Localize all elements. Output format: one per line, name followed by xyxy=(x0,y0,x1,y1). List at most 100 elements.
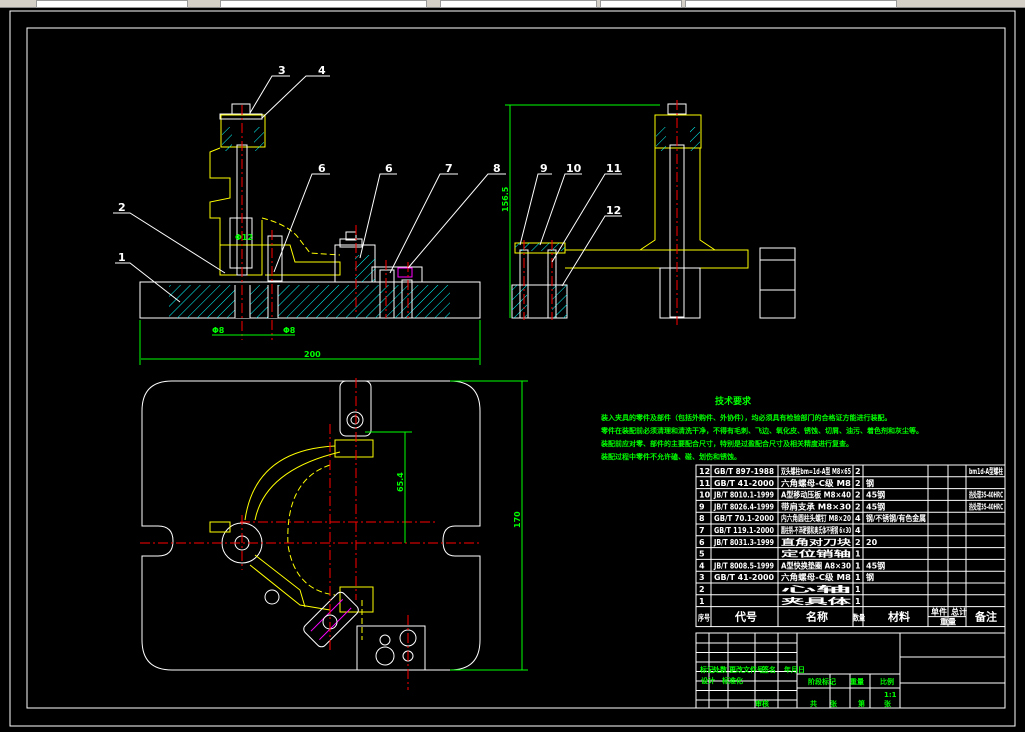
bom-header-material: 材料 xyxy=(888,610,910,624)
cad-drawing-canvas[interactable]: 200 Φ8 Φ8 Φ12 1 2 3 4 6 6 7 8 156.5 9 10… xyxy=(0,7,1025,732)
dim-hole-right: Φ8 xyxy=(283,326,296,335)
bom-cell-no: 3 xyxy=(699,573,705,582)
bom-cell-qty: 4 xyxy=(855,514,861,523)
bom-cell-name: 六角螺母-C级 M8 xyxy=(781,478,851,488)
dim-width: 200 xyxy=(304,350,321,359)
bom-header-single: 单件 xyxy=(931,607,947,617)
tb-no: 第 xyxy=(858,699,865,708)
balloon-9: 9 xyxy=(540,162,548,175)
tb-signature: 签名 xyxy=(761,665,776,674)
balloon-11: 11 xyxy=(606,162,621,175)
tech-line: 装配前应对零、部件的主要配合尺寸，特别是过盈配合尺寸及相关精度进行复查。 xyxy=(600,439,853,448)
tech-line: 装配过程中零件不允许磕、碰、划伤和锈蚀。 xyxy=(600,452,741,461)
bom-cell-qty: 1 xyxy=(855,550,861,559)
tb-scale: 比例 xyxy=(880,677,894,686)
bom-cell-code: GB/T 70.1-2000 xyxy=(714,514,774,523)
bom-cell-no: 8 xyxy=(699,514,705,523)
bom-cell-no: 12 xyxy=(699,467,710,476)
bom-cell-note: bm1d-A型螺柱 xyxy=(969,466,1003,476)
bom-cell-no: 11 xyxy=(699,479,711,488)
bom-cell-name: 内六角圆柱头螺钉 M8×20 xyxy=(781,513,851,523)
balloon-8: 8 xyxy=(493,162,501,175)
dim-side-height: 156.5 xyxy=(501,186,510,212)
bom-header-note: 备注 xyxy=(974,610,997,624)
bom-header-name: 名称 xyxy=(806,610,828,624)
balloon-1: 1 xyxy=(118,251,126,264)
drawing-frame xyxy=(26,27,1006,709)
balloon-3: 3 xyxy=(278,64,286,77)
bom-cell-qty: 4 xyxy=(855,526,861,535)
balloon-6b: 6 xyxy=(385,162,393,175)
tb-review: 审核 xyxy=(755,699,769,708)
tb-scale-value: 1:1 xyxy=(884,691,897,699)
bom-cell-name: 双头螺柱bm=1d-A型 M8×65 xyxy=(781,466,851,476)
bom-cell-name: 圆柱销-不淬硬钢和奥氏体不锈钢 6×30 xyxy=(781,525,851,535)
tb-date: 年月日 xyxy=(784,665,805,674)
bom-cell-material: 钢/不锈钢/有色金属 xyxy=(866,513,926,523)
tb-sheet2: 张 xyxy=(884,699,892,708)
tb-stage: 阶段标记 xyxy=(808,677,836,686)
bom-cell-name: 定位销轴 xyxy=(779,549,851,559)
tb-change-doc: 更改文件号 xyxy=(729,665,764,674)
dim-hole-left: Φ8 xyxy=(212,326,225,335)
top-view: 65.4 170 xyxy=(140,378,528,690)
bom-cell-no: 4 xyxy=(699,561,705,570)
bom-cell-code: GB/T 41-2000 xyxy=(714,479,774,488)
bom-cell-material: 钢 xyxy=(866,478,874,488)
dim-bore: Φ12 xyxy=(235,233,253,242)
bom-cell-name: 六角螺母-C级 M8 xyxy=(781,572,851,582)
bom-header-no: 序号 xyxy=(698,613,710,623)
bom-cell-note: 热处理35-40HRC xyxy=(969,501,1003,511)
dim-top-offset: 65.4 xyxy=(396,472,405,492)
tb-total: 共 xyxy=(810,699,817,708)
bom-cell-no: 10 xyxy=(699,491,711,500)
front-view xyxy=(139,103,481,340)
bom-cell-no: 7 xyxy=(699,526,705,535)
bom-cell-material: 20 xyxy=(866,538,878,547)
title-block: 标记 处数 更改文件号 签名 年月日 设计 标准化 阶段标记 重量 比例 1:1… xyxy=(695,632,1006,709)
bom-cell-no: 9 xyxy=(699,502,705,511)
bom-cell-name: 心轴 xyxy=(781,584,851,594)
bom-cell-qty: 1 xyxy=(855,573,861,582)
bom-cell-name: 夹具体 xyxy=(781,596,854,606)
bom-cell-no: 6 xyxy=(699,538,705,547)
tb-count: 处数 xyxy=(712,665,728,674)
bom-cell-no: 2 xyxy=(699,585,705,594)
bom-cell-code: JB/T 8026.4-1999 xyxy=(713,502,774,511)
bom-cell-code: GB/T 119.1-2000 xyxy=(714,526,774,535)
side-view: 156.5 xyxy=(501,100,796,325)
bom-header-total: 总计 xyxy=(951,607,967,617)
tb-weight: 重量 xyxy=(850,677,864,686)
dim-top-height: 170 xyxy=(513,511,522,528)
bom-cell-qty: 1 xyxy=(855,597,861,606)
bom-table: 12 GB/T 897-1988 双头螺柱bm=1d-A型 M8×652 bm1d-A… xyxy=(695,464,1006,628)
bom-cell-qty: 2 xyxy=(855,502,861,511)
bom-cell-note: 热处理35-40HRC xyxy=(969,490,1003,500)
bom-cell-code: GB/T 897-1988 xyxy=(714,467,774,476)
bom-cell-code: JB/T 8008.5-1999 xyxy=(713,561,774,570)
bom-cell-material: 45钢 xyxy=(866,490,885,500)
tech-line: 装入夹具的零件及部件（包括外购件、外协件），均必须具有检验部门的合格证方能进行装… xyxy=(600,413,892,422)
bom-cell-no: 1 xyxy=(699,597,705,606)
tech-line: 零件在装配前必须清理和清洗干净，不得有毛刺、飞边、氧化皮、锈蚀、切屑、油污、着色… xyxy=(600,426,923,435)
bom-cell-material: 45钢 xyxy=(866,560,885,570)
bom-cell-qty: 1 xyxy=(855,585,861,594)
balloon-2: 2 xyxy=(118,201,126,214)
balloon-10: 10 xyxy=(566,162,582,175)
side-balloons: 9 10 11 12 xyxy=(519,162,622,287)
bom-cell-material: 45钢 xyxy=(866,501,885,511)
bom-cell-qty: 2 xyxy=(855,491,861,500)
bom-cell-code: GB/T 41-2000 xyxy=(714,573,774,582)
bom-cell-code: JB/T 8010.1-1999 xyxy=(713,491,774,500)
balloon-6a: 6 xyxy=(318,162,326,175)
bom-cell-qty: 2 xyxy=(855,538,861,547)
bom-cell-qty: 1 xyxy=(855,561,861,570)
tb-mark: 标记 xyxy=(699,665,714,674)
bom-cell-code: JB/T 8031.3-1999 xyxy=(713,538,774,547)
technical-requirements: 技术要求 装入夹具的零件及部件（包括外购件、外协件），均必须具有检验部门的合格证… xyxy=(600,395,923,461)
bom-header-weight: 重量 xyxy=(940,617,956,627)
bom-header-code: 代号 xyxy=(734,610,757,624)
bom-cell-qty: 2 xyxy=(855,467,861,476)
tb-standard: 标准化 xyxy=(721,676,743,685)
bom-cell-name: A型移动压板 M8×40 xyxy=(781,490,851,500)
